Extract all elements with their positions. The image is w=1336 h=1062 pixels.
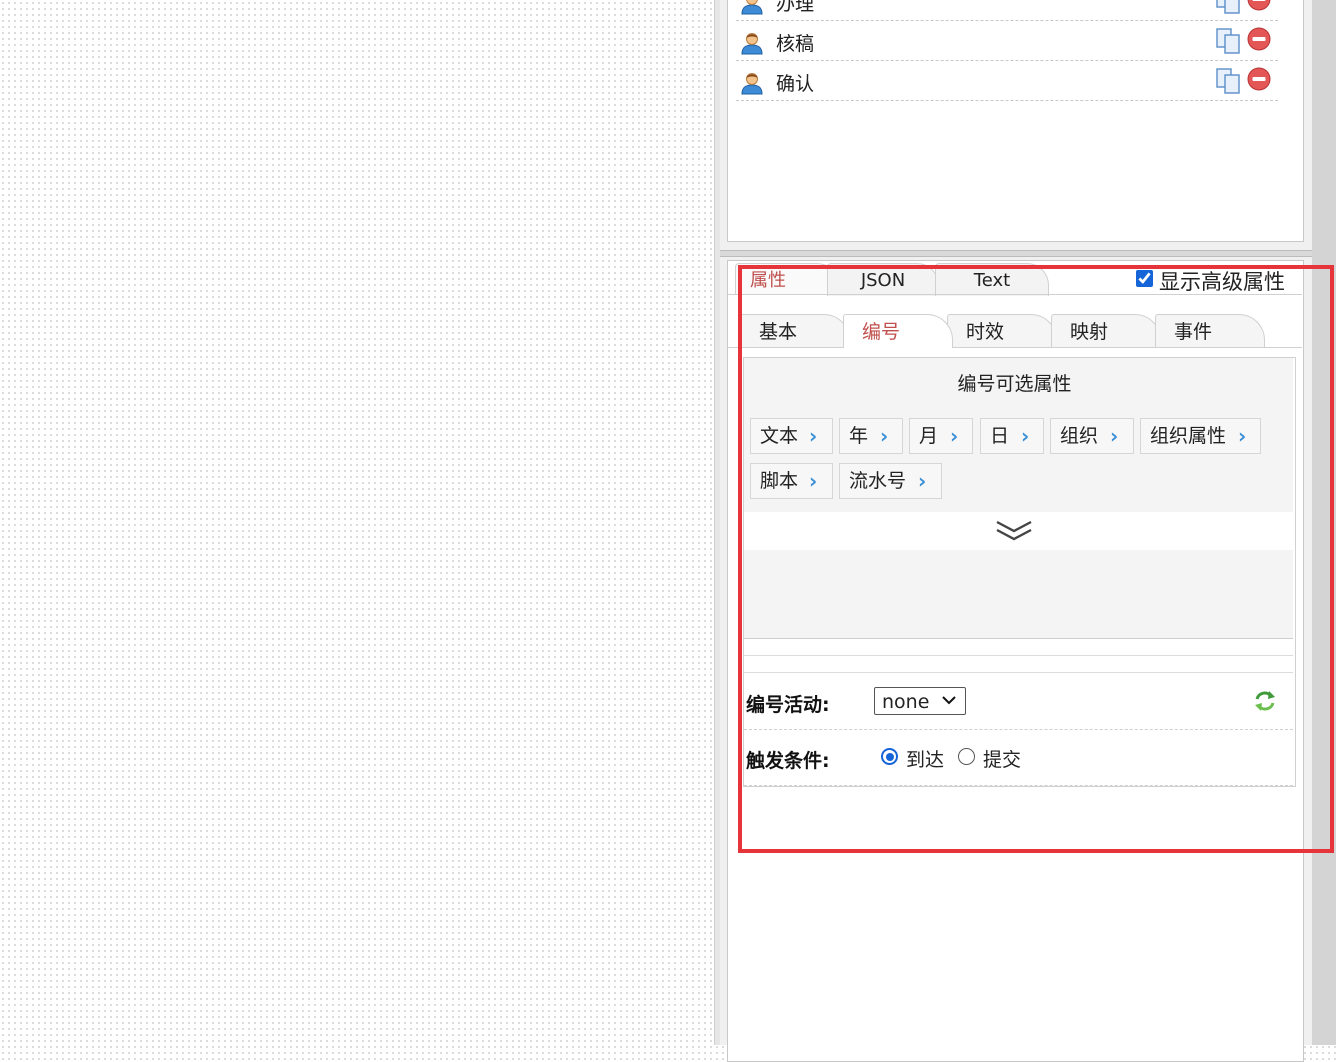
- tab-json[interactable]: JSON: [827, 263, 939, 296]
- tab-text[interactable]: Text: [935, 263, 1049, 296]
- chevron-right-icon: ›: [1110, 424, 1119, 448]
- tab-mapping[interactable]: 映射: [1051, 314, 1161, 348]
- copy-icon[interactable]: [1214, 0, 1242, 15]
- radio-checked-icon: [881, 748, 898, 765]
- chevron-right-icon: ›: [809, 469, 818, 493]
- chip-label: 组织属性: [1150, 425, 1227, 447]
- expand-down-icon[interactable]: [994, 518, 1034, 544]
- option-script[interactable]: 脚本 ›: [750, 463, 833, 499]
- activity-label: 编号活动:: [746, 694, 830, 716]
- node-label: 办理: [776, 0, 815, 15]
- remove-icon[interactable]: [1247, 27, 1271, 51]
- chevron-right-icon: ›: [1021, 424, 1030, 448]
- radio-unchecked-icon: [958, 748, 975, 765]
- numbering-options-title: 编号可选属性: [957, 373, 1072, 395]
- chip-label: 流水号: [849, 470, 907, 492]
- chip-label: 文本: [760, 425, 799, 447]
- scrollbar-track[interactable]: [1312, 0, 1336, 1045]
- option-year[interactable]: 年 ›: [839, 418, 903, 454]
- tab-events[interactable]: 事件: [1155, 314, 1265, 348]
- user-icon: [741, 0, 763, 15]
- option-serial-number[interactable]: 流水号 ›: [839, 463, 942, 499]
- chevron-right-icon: ›: [880, 424, 889, 448]
- chevron-right-icon: ›: [809, 424, 818, 448]
- trigger-row: 触发条件: 到达 提交: [744, 729, 1293, 786]
- chip-label: 月: [919, 425, 939, 447]
- copy-icon[interactable]: [1214, 67, 1242, 95]
- dropdown-caret-icon: [942, 696, 956, 705]
- numbering-rule-area[interactable]: [744, 550, 1293, 639]
- show-advanced-checkbox[interactable]: 显示高级属性: [1136, 266, 1285, 296]
- option-day[interactable]: 日 ›: [980, 418, 1044, 454]
- trigger-submit-label: 提交: [983, 749, 1022, 771]
- advanced-checkbox-input[interactable]: [1136, 270, 1153, 287]
- panel-splitter[interactable]: [720, 250, 1312, 257]
- remove-icon[interactable]: [1247, 67, 1271, 91]
- user-icon: [741, 33, 763, 55]
- option-text[interactable]: 文本 ›: [750, 418, 833, 454]
- activity-row: 编号活动: none: [744, 673, 1293, 730]
- list-item[interactable]: 办理: [736, 0, 1278, 21]
- chip-label: 日: [990, 425, 1010, 447]
- node-label: 核稿: [776, 33, 815, 55]
- chip-label: 脚本: [760, 470, 799, 492]
- option-month[interactable]: 月 ›: [909, 418, 973, 454]
- trigger-arrive-radio[interactable]: 到达: [881, 745, 944, 772]
- refresh-icon[interactable]: [1252, 688, 1278, 714]
- option-organization[interactable]: 组织 ›: [1050, 418, 1134, 454]
- trigger-label: 触发条件:: [746, 750, 830, 772]
- node-list-panel: 办理 核稿 确认: [727, 0, 1304, 242]
- show-advanced-label: 显示高级属性: [1159, 270, 1285, 294]
- sub-tab-divider: [728, 347, 1302, 348]
- tab-timing[interactable]: 时效: [947, 314, 1057, 348]
- node-label: 确认: [776, 73, 815, 95]
- copy-icon[interactable]: [1214, 27, 1242, 55]
- option-organization-attribute[interactable]: 组织属性 ›: [1140, 418, 1261, 454]
- chip-label: 年: [849, 425, 869, 447]
- tab-numbering[interactable]: 编号: [843, 314, 953, 348]
- chevron-right-icon: ›: [1238, 424, 1247, 448]
- activity-select-value: none: [882, 691, 930, 713]
- list-item[interactable]: 核稿: [736, 21, 1278, 61]
- remove-icon[interactable]: [1247, 0, 1271, 11]
- divider: [744, 655, 1293, 656]
- user-icon: [741, 73, 763, 95]
- trigger-submit-radio[interactable]: 提交: [958, 745, 1021, 772]
- chip-label: 组织: [1060, 425, 1099, 447]
- tab-basic[interactable]: 基本: [740, 314, 850, 348]
- tab-properties[interactable]: 属性: [735, 263, 839, 295]
- list-item[interactable]: 确认: [736, 61, 1278, 101]
- activity-select[interactable]: none: [874, 687, 966, 715]
- chevron-right-icon: ›: [950, 424, 959, 448]
- trigger-arrive-label: 到达: [906, 749, 945, 771]
- chevron-right-icon: ›: [918, 469, 927, 493]
